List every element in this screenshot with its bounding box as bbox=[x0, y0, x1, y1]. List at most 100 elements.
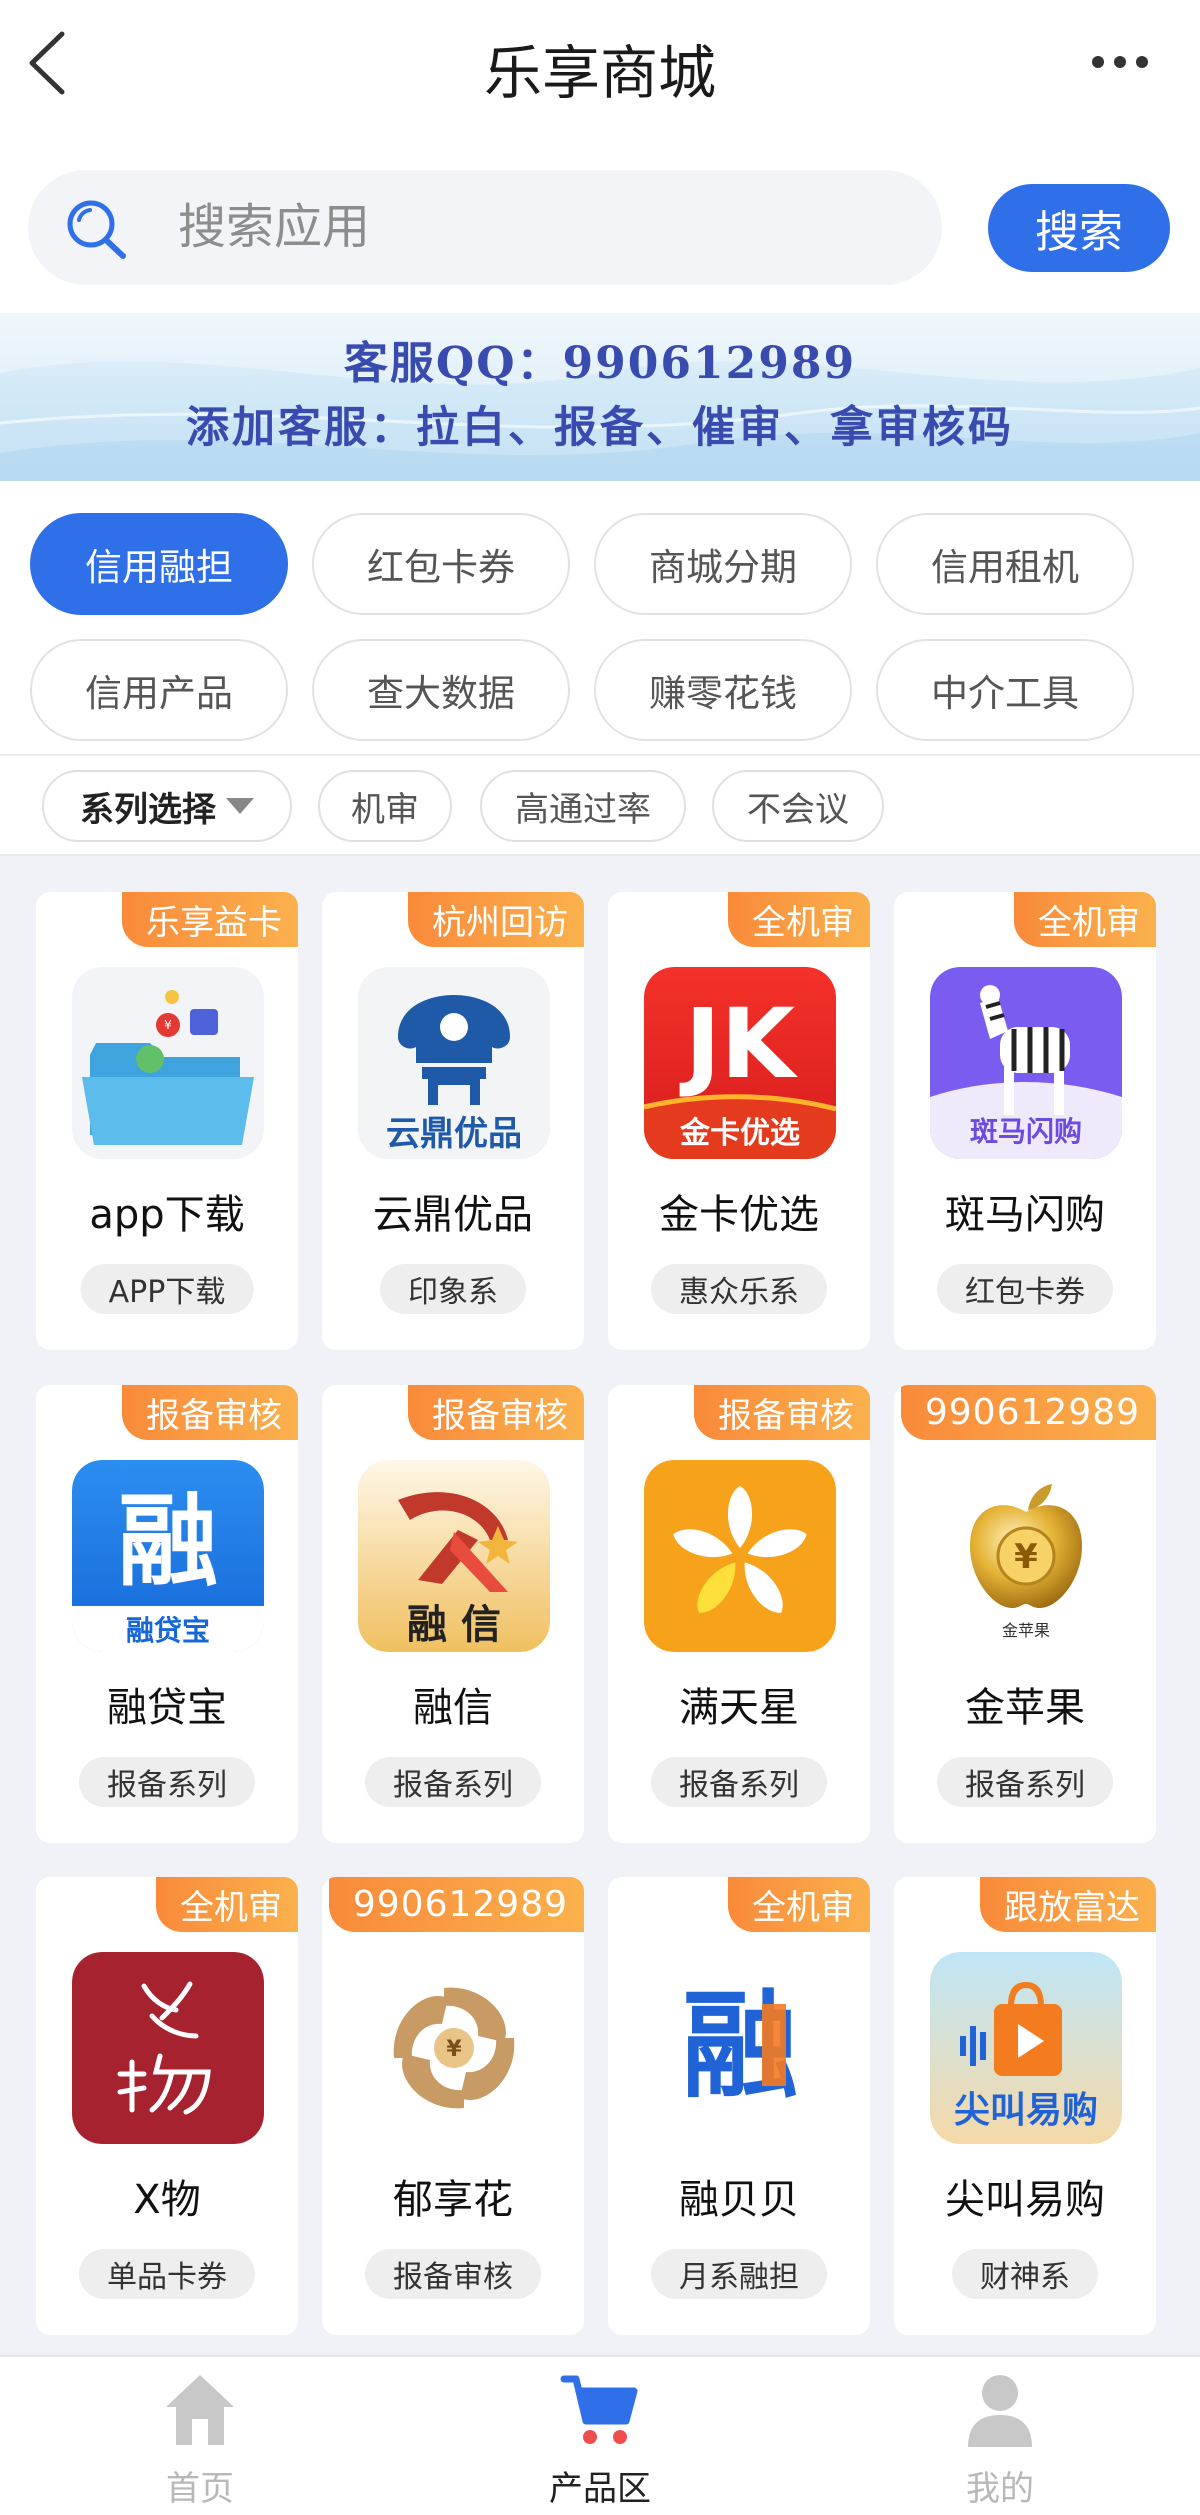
product-series: 印象系 bbox=[380, 1264, 526, 1314]
yunding-logo-icon: 云鼎优品 bbox=[358, 967, 550, 1159]
product-tag: 乐享益卡 bbox=[122, 892, 298, 947]
product-series: 报备系列 bbox=[937, 1757, 1113, 1807]
product-series: 惠众乐系 bbox=[651, 1264, 827, 1314]
shopping-bag-icon: 尖叫易购 bbox=[930, 1952, 1122, 2144]
product-card[interactable]: 报备审核 融 信 融信 报备系列 bbox=[322, 1385, 584, 1843]
nav-item-home[interactable]: 首页 bbox=[80, 2369, 320, 2509]
search-input[interactable] bbox=[178, 192, 878, 262]
home-icon bbox=[166, 2375, 234, 2445]
product-card[interactable]: 全机审 X物 单品卡券 bbox=[36, 1877, 298, 2335]
product-name: 金卡优选 bbox=[659, 1192, 819, 1238]
product-name: 尖叫易购 bbox=[945, 2177, 1105, 2223]
series-select-dropdown[interactable]: 系列选择 bbox=[42, 770, 292, 842]
product-series: 报备审核 bbox=[365, 2249, 541, 2299]
product-tag: 跟放富达 bbox=[980, 1877, 1156, 1932]
svg-text:金卡优选: 金卡优选 bbox=[679, 1116, 800, 1151]
category-tab[interactable]: 商城分期 bbox=[594, 513, 852, 615]
svg-text:¥: ¥ bbox=[1014, 1537, 1038, 1577]
filter-chip-no-meeting[interactable]: 不会议 bbox=[712, 770, 884, 842]
category-tab[interactable]: 信用租机 bbox=[876, 513, 1134, 615]
product-series: 月系融担 bbox=[651, 2249, 827, 2299]
product-series: APP下载 bbox=[80, 1264, 254, 1314]
product-name: 金苹果 bbox=[965, 1685, 1085, 1731]
zebra-logo-icon: 斑马闪购 bbox=[930, 967, 1122, 1159]
product-name: X物 bbox=[133, 2177, 201, 2223]
product-name: app下载 bbox=[89, 1192, 245, 1238]
nav-item-products[interactable]: 产品区 bbox=[480, 2369, 720, 2509]
rongdaibao-logo-icon: 融 融贷宝 bbox=[72, 1460, 264, 1652]
product-card[interactable]: 990612989 ¥ 金苹果 金苹果 报备系列 bbox=[894, 1385, 1156, 1843]
product-tag: 杭州回访 bbox=[408, 892, 584, 947]
svg-text:融贷宝: 融贷宝 bbox=[126, 1614, 210, 1647]
header: 乐享商城 bbox=[0, 0, 1200, 135]
caret-down-icon bbox=[226, 798, 254, 814]
nav-label: 我的 bbox=[966, 2469, 1034, 2509]
product-name: 融信 bbox=[413, 1685, 493, 1731]
category-tabs: 信用融担 红包卡券 商城分期 信用租机 信用产品 查大数据 赚零花钱 中介工具 bbox=[0, 481, 1200, 754]
promo-banner[interactable]: 客服QQ：990612989 添加客服：拉白、报备、催审、拿审核码 bbox=[0, 313, 1200, 481]
product-tag: 报备审核 bbox=[694, 1385, 870, 1440]
product-name: 斑马闪购 bbox=[945, 1192, 1105, 1238]
nav-item-profile[interactable]: 我的 bbox=[880, 2369, 1120, 2509]
product-tag: 全机审 bbox=[1014, 892, 1156, 947]
product-series: 财神系 bbox=[952, 2249, 1098, 2299]
svg-text:尖叫易购: 尖叫易购 bbox=[954, 2090, 1098, 2131]
jk-logo-icon: JK 金卡优选 bbox=[644, 967, 836, 1159]
user-icon bbox=[968, 2375, 1032, 2447]
product-tag: 全机审 bbox=[728, 1877, 870, 1932]
product-series: 报备系列 bbox=[365, 1757, 541, 1807]
cart-icon bbox=[560, 2375, 638, 2444]
search-bar: 搜索 bbox=[0, 135, 1200, 313]
svg-text:融 信: 融 信 bbox=[407, 1602, 501, 1648]
product-card[interactable]: 报备审核 融 融贷宝 融贷宝 报备系列 bbox=[36, 1385, 298, 1843]
category-tab[interactable]: 信用融担 bbox=[30, 513, 288, 615]
svg-text:¥: ¥ bbox=[164, 1018, 172, 1032]
product-name: 郁享花 bbox=[393, 2177, 513, 2223]
svg-text:金苹果: 金苹果 bbox=[1002, 1621, 1050, 1640]
orange-flower-icon bbox=[644, 1460, 836, 1652]
category-tab[interactable]: 赚零花钱 bbox=[594, 639, 852, 741]
product-card[interactable]: 乐享益卡 ¥ app下载 APP下载 bbox=[36, 892, 298, 1350]
product-series: 红包卡券 bbox=[937, 1264, 1113, 1314]
product-tag: 990612989 bbox=[900, 1385, 1156, 1440]
product-tag: 报备审核 bbox=[408, 1385, 584, 1440]
product-card[interactable]: 全机审 融 融贝贝 月系融担 bbox=[608, 1877, 870, 2335]
product-card[interactable]: 全机审 斑马闪购 斑马闪购 红包卡券 bbox=[894, 892, 1156, 1350]
category-tab[interactable]: 中介工具 bbox=[876, 639, 1134, 741]
series-select-label: 系列选择 bbox=[80, 789, 216, 830]
rongbeibei-logo-icon: 融 bbox=[644, 1952, 836, 2144]
filter-chip-machine-review[interactable]: 机审 bbox=[318, 770, 452, 842]
search-box[interactable] bbox=[28, 170, 942, 285]
xwu-logo-icon bbox=[72, 1952, 264, 2144]
banner-service-text: 添加客服：拉白、报备、催审、拿审核码 bbox=[186, 403, 1014, 453]
search-icon bbox=[67, 200, 126, 259]
gold-apple-icon: ¥ 金苹果 bbox=[930, 1460, 1122, 1652]
product-card[interactable]: 990612989 ¥ 郁享花 报备审核 bbox=[322, 1877, 584, 2335]
banner-contact-text: 客服QQ：990612989 bbox=[343, 338, 857, 389]
product-card[interactable]: 跟放富达 尖叫易购 尖叫易购 财神系 bbox=[894, 1877, 1156, 2335]
bottom-nav: 首页 产品区 我的 bbox=[0, 2355, 1200, 2515]
swirl-coin-icon: ¥ bbox=[358, 1952, 550, 2144]
svg-text:云鼎优品: 云鼎优品 bbox=[386, 1114, 522, 1154]
svg-text:¥: ¥ bbox=[446, 2037, 462, 2062]
more-icon[interactable] bbox=[1090, 54, 1150, 70]
product-tag: 报备审核 bbox=[122, 1385, 298, 1440]
nav-label: 首页 bbox=[166, 2469, 234, 2509]
filter-chip-high-pass-rate[interactable]: 高通过率 bbox=[480, 770, 686, 842]
search-button[interactable]: 搜索 bbox=[988, 184, 1170, 272]
product-card[interactable]: 报备审核 满天星 报备系列 bbox=[608, 1385, 870, 1843]
category-tab[interactable]: 信用产品 bbox=[30, 639, 288, 741]
svg-text:融: 融 bbox=[118, 1483, 218, 1600]
nav-label: 产品区 bbox=[549, 2469, 651, 2509]
folder-coins-icon: ¥ bbox=[72, 967, 264, 1159]
product-series: 单品卡券 bbox=[79, 2249, 255, 2299]
product-tag: 全机审 bbox=[156, 1877, 298, 1932]
product-card[interactable]: 杭州回访 云鼎优品 云鼎优品 印象系 bbox=[322, 892, 584, 1350]
category-tab[interactable]: 查大数据 bbox=[312, 639, 570, 741]
category-tab[interactable]: 红包卡券 bbox=[312, 513, 570, 615]
svg-text:斑马闪购: 斑马闪购 bbox=[970, 1115, 1082, 1148]
product-card[interactable]: 全机审 JK 金卡优选 金卡优选 惠众乐系 bbox=[608, 892, 870, 1350]
product-series: 报备系列 bbox=[651, 1757, 827, 1807]
product-name: 融贝贝 bbox=[679, 2177, 799, 2223]
product-name: 融贷宝 bbox=[107, 1685, 227, 1731]
